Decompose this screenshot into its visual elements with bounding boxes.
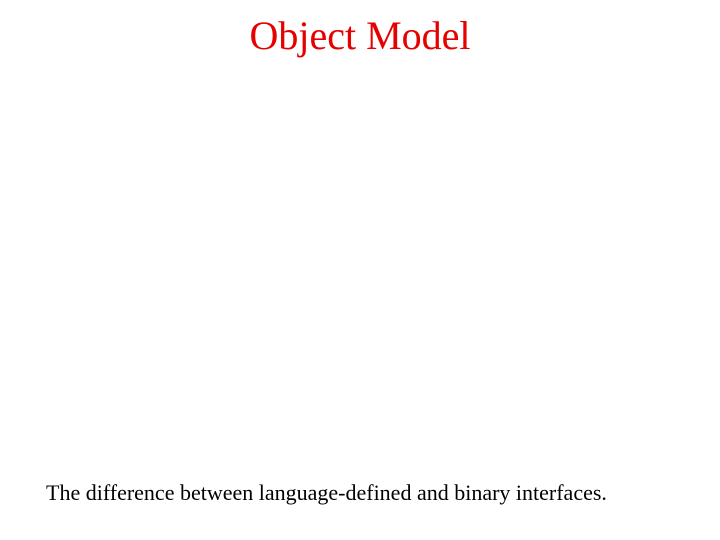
caption-text: The difference between language-defined … [46, 480, 607, 506]
page-title: Object Model [0, 12, 720, 59]
